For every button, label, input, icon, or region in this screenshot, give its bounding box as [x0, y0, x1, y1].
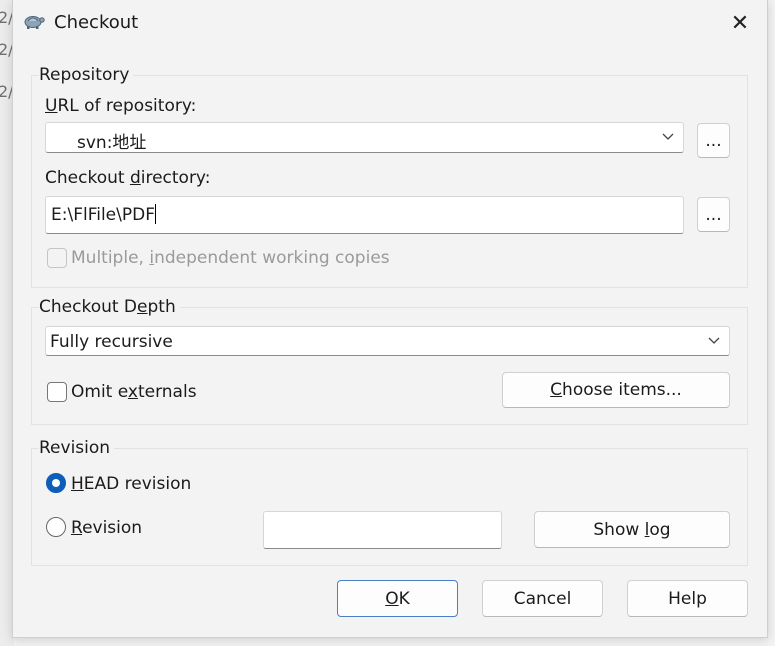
cancel-button[interactable]: Cancel — [482, 580, 603, 617]
choose-items-label: Choose items... — [550, 380, 682, 400]
cancel-label: Cancel — [513, 588, 572, 609]
help-label: Help — [668, 588, 707, 609]
multiple-copies-checkbox[interactable] — [47, 248, 67, 268]
revision-label: Revision — [71, 518, 143, 538]
browse-directory-label: ... — [705, 204, 722, 225]
browse-url-label: ... — [705, 130, 722, 151]
directory-label: Checkout directory: — [45, 168, 211, 188]
browse-directory-button[interactable]: ... — [697, 197, 730, 232]
help-button[interactable]: Help — [627, 580, 748, 617]
text-caret — [155, 204, 156, 224]
url-label: URL of repository: — [45, 96, 197, 116]
show-log-button[interactable]: Show log — [534, 511, 730, 548]
repository-group-title: Repository — [39, 65, 134, 85]
revision-group-title: Revision — [39, 438, 115, 458]
ok-label: OK — [385, 588, 410, 609]
chevron-down-icon — [662, 133, 674, 140]
head-revision-radio[interactable] — [46, 473, 66, 493]
directory-value: E:\FlFile\PDF — [51, 204, 156, 225]
directory-input[interactable]: E:\FlFile\PDF — [45, 196, 684, 234]
revision-input[interactable] — [263, 511, 502, 549]
ok-button[interactable]: OK — [337, 580, 458, 617]
checkout-dialog: Checkout ✕ Repository URL of repository:… — [12, 0, 768, 638]
tortoise-icon — [24, 16, 45, 29]
close-button[interactable]: ✕ — [723, 8, 757, 38]
dialog-title: Checkout — [54, 12, 139, 33]
omit-externals-checkbox[interactable] — [47, 382, 67, 402]
multiple-copies-label: Multiple, independent working copies — [71, 248, 390, 268]
title-bar: Checkout ✕ — [13, 0, 767, 44]
depth-group-title: Checkout Depth — [39, 297, 180, 317]
chevron-down-icon — [708, 337, 720, 344]
url-combobox[interactable]: svn:地址 — [45, 122, 684, 153]
show-log-label: Show log — [593, 519, 671, 540]
choose-items-button[interactable]: Choose items... — [502, 372, 730, 408]
close-icon: ✕ — [730, 10, 750, 36]
depth-combobox[interactable]: Fully recursive — [45, 326, 730, 356]
omit-externals-label: Omit externals — [71, 382, 197, 402]
head-revision-label: HEAD revision — [71, 474, 192, 494]
depth-value: Fully recursive — [50, 332, 173, 352]
revision-radio[interactable] — [46, 517, 66, 537]
url-value: svn:地址 — [77, 133, 147, 153]
browse-url-button[interactable]: ... — [697, 123, 730, 158]
